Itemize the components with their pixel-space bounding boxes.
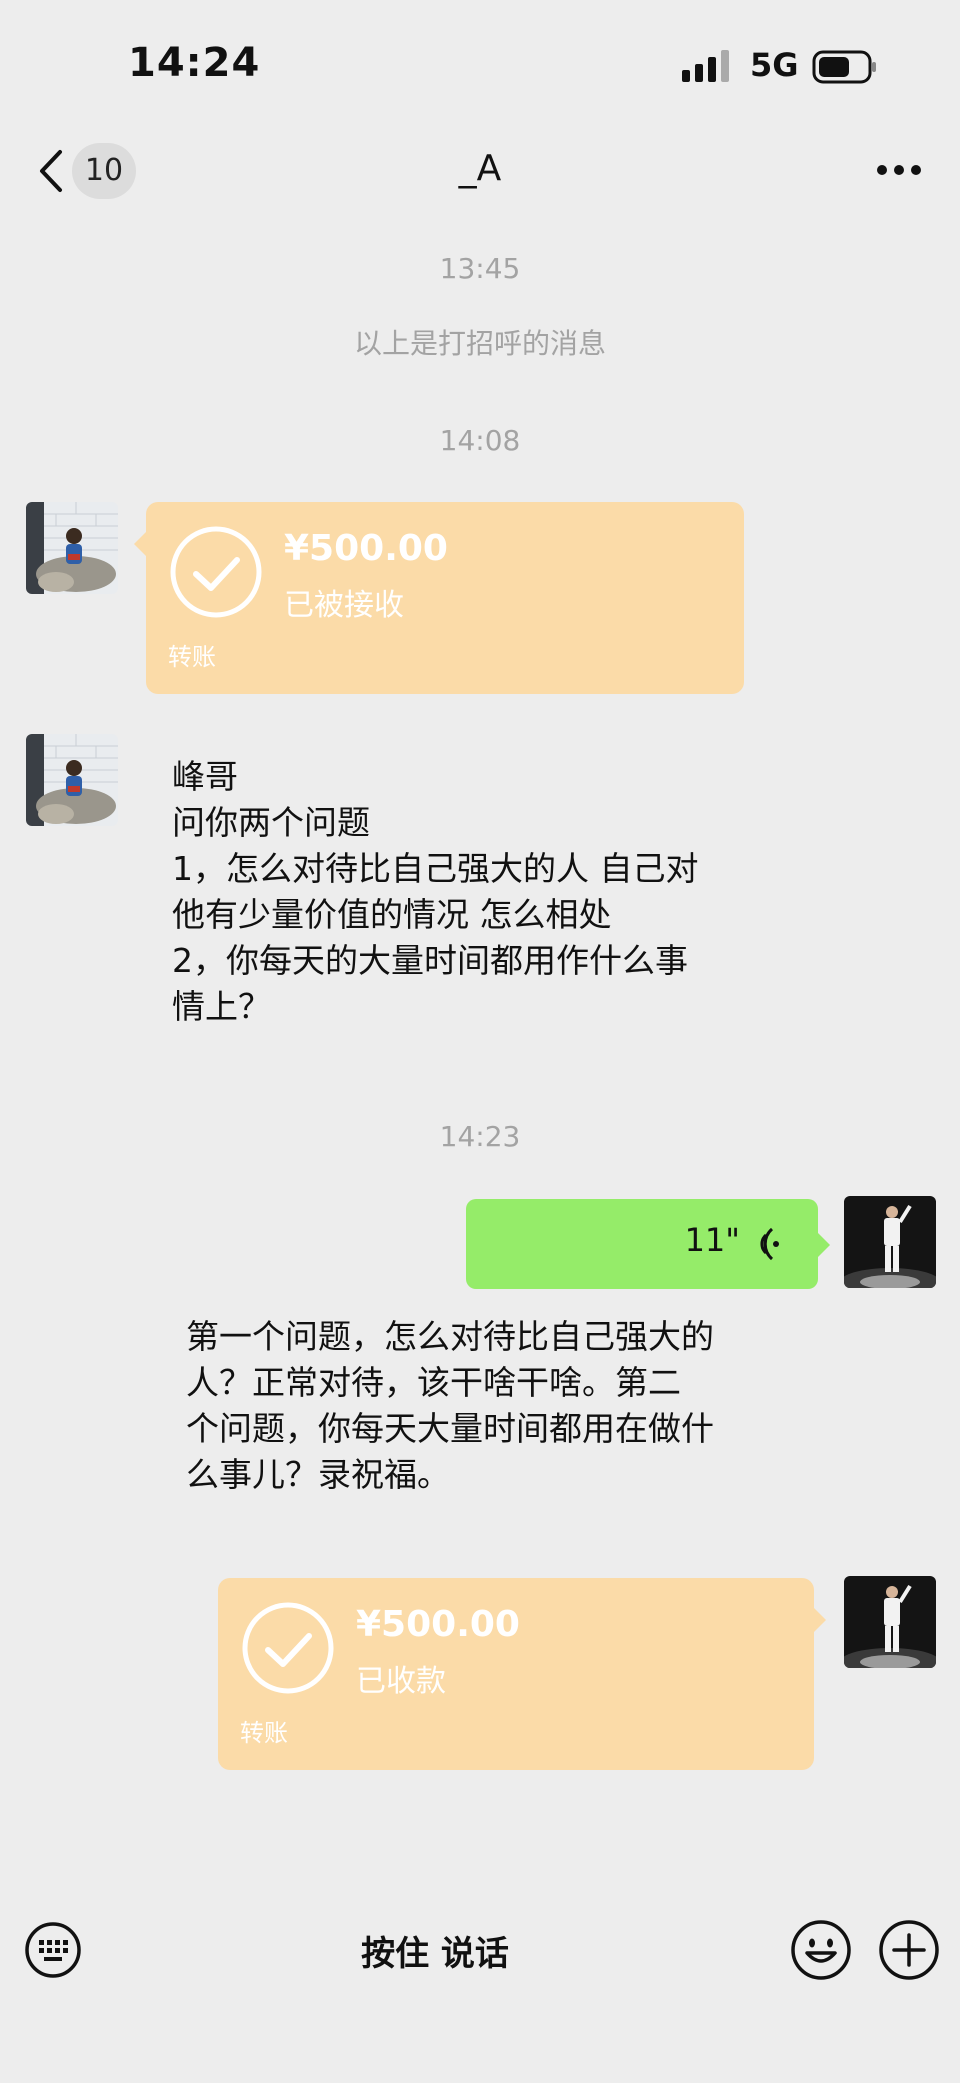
voice-wave-icon: [760, 1227, 779, 1261]
system-notice: 以上是打招呼的消息: [353, 327, 606, 360]
transfer-card-collected[interactable]: ¥500.00 已收款 转账: [218, 1578, 826, 1770]
network-type: 5G: [750, 46, 799, 84]
emoji-icon[interactable]: [790, 1919, 852, 1981]
voice-duration: 11": [684, 1221, 740, 1259]
transfer-amount: ¥500.00: [356, 1604, 520, 1645]
hold-to-talk-button[interactable]: 按住 说话: [250, 1926, 620, 1975]
chat-title: _A: [458, 148, 502, 189]
transfer-label: 转账: [168, 643, 216, 671]
keyboard-icon[interactable]: [24, 1921, 82, 1979]
contact-avatar[interactable]: [26, 502, 118, 594]
timestamp: 13:45: [439, 252, 521, 285]
status-bar: 14:24 5G: [0, 0, 960, 130]
check-icon: [242, 1602, 334, 1694]
timestamp: 14:08: [439, 424, 521, 457]
voice-transcript[interactable]: 第一个问题，怎么对待比自己强大的 人？正常对待，该干啥干啥。第二 个问题，你每天…: [186, 1314, 826, 1498]
transfer-status: 已被接收: [284, 588, 404, 623]
battery-icon: [812, 50, 876, 84]
check-icon: [170, 526, 262, 618]
transfer-label: 转账: [240, 1719, 288, 1747]
signal-icon: [682, 50, 729, 82]
timestamp: 14:23: [439, 1120, 521, 1153]
transfer-status: 已收款: [356, 1664, 446, 1699]
transfer-amount: ¥500.00: [284, 528, 448, 569]
transfer-card-received[interactable]: ¥500.00 已被接收 转账: [134, 502, 744, 694]
status-time: 14:24: [128, 40, 261, 86]
voice-message-bubble[interactable]: 11": [466, 1199, 830, 1289]
my-avatar[interactable]: [844, 1576, 936, 1668]
text-message[interactable]: 峰哥 问你两个问题 1，怎么对待比自己强大的人 自己对 他有少量价值的情况 怎么…: [172, 754, 812, 1030]
unread-count-badge[interactable]: 10: [72, 143, 136, 199]
contact-avatar[interactable]: [26, 734, 118, 826]
my-avatar[interactable]: [844, 1196, 936, 1288]
more-icon[interactable]: [876, 164, 922, 176]
back-icon[interactable]: [36, 148, 64, 194]
plus-icon[interactable]: [878, 1919, 940, 1981]
